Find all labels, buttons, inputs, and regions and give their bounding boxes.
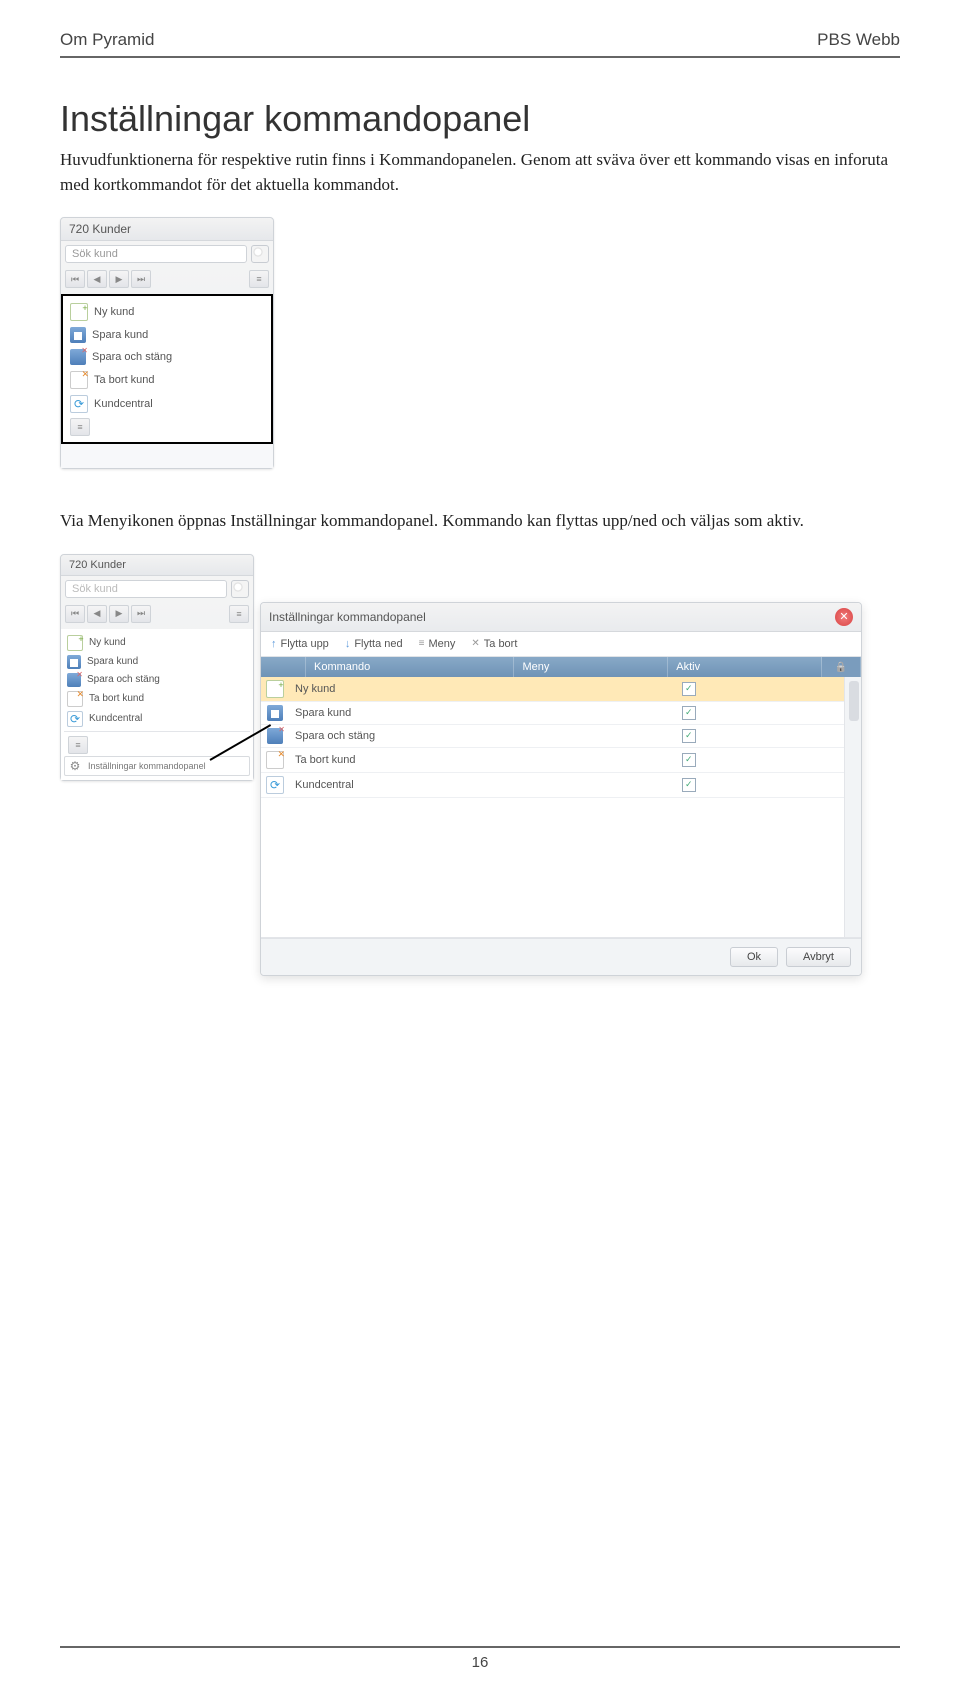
remove-button[interactable]: Ta bort [471,638,517,650]
table-row[interactable]: Kundcentral [261,773,861,798]
menu-icon[interactable]: ≡ [249,270,269,288]
active-checkbox[interactable] [682,753,696,767]
tool-label: Ta bort [484,638,518,650]
cmd-label: Spara kund [87,656,138,667]
paragraph-2: Via Menyikonen öppnas Inställningar komm… [60,509,890,534]
cmd-kundcentral[interactable]: Kundcentral [66,392,268,416]
active-checkbox[interactable] [682,706,696,720]
nav-next-icon[interactable]: ▶ [109,605,129,623]
delete-icon [67,691,83,707]
new-icon [266,680,284,698]
grid-header: Kommando Meny Aktiv [261,657,861,677]
new-icon [67,635,83,651]
col-aktiv[interactable]: Aktiv [668,657,822,677]
cell-label: Ta bort kund [289,751,513,769]
table-row[interactable]: Spara och stäng [261,725,861,748]
nav-first-icon[interactable]: ⏮ [65,270,85,288]
cmd-delete[interactable]: Ta bort kund [64,689,250,709]
settings-command-panel-item[interactable]: Inställningar kommandopanel [64,756,250,776]
cmd-label: Ta bort kund [89,693,144,704]
paragraph-1: Huvudfunktionerna för respektive rutin f… [60,148,890,197]
save-icon [70,327,86,343]
cell-label: Kundcentral [289,776,513,794]
save-icon [67,655,81,669]
tool-label: Flytta upp [281,638,329,650]
panel-title: 720 Kunder [61,555,253,576]
delete-icon [70,371,88,389]
move-up-button[interactable]: Flytta upp [271,638,329,650]
move-down-button[interactable]: Flytta ned [345,638,403,650]
menu-icon[interactable]: ≡ [229,605,249,623]
cmd-save[interactable]: Spara kund [66,324,268,346]
header-right: PBS Webb [817,30,900,50]
command-panel-figure-1: 720 Kunder Sök kund ⏮ ◀ ▶ ⏭ ≡ Ny kund Sp… [60,217,274,469]
cmd-label: Spara kund [92,329,148,341]
search-input[interactable]: Sök kund [65,580,227,598]
search-icon[interactable] [231,580,249,598]
menu-icon[interactable]: ≡ [70,418,90,436]
new-icon [70,303,88,321]
col-meny[interactable]: Meny [514,657,668,677]
col-kommando[interactable]: Kommando [306,657,514,677]
active-checkbox[interactable] [682,682,696,696]
cmd-label: Ta bort kund [94,374,155,386]
kundcentral-icon [70,395,88,413]
active-checkbox[interactable] [682,778,696,792]
cmd-label: Ny kund [94,306,134,318]
header-left: Om Pyramid [60,30,154,50]
nav-last-icon[interactable]: ⏭ [131,605,151,623]
save-close-icon [67,673,81,687]
page-title: Inställningar kommandopanel [60,98,900,140]
gear-icon [68,759,82,773]
panel-title: 720 Kunder [61,218,273,241]
cmd-delete[interactable]: Ta bort kund [66,368,268,392]
menu-tool[interactable]: ≡Meny [419,638,456,650]
cmd-new[interactable]: Ny kund [64,633,250,653]
cell-label: Spara kund [289,704,513,722]
nav-last-icon[interactable]: ⏭ [131,270,151,288]
cmd-save-close[interactable]: Spara och stäng [64,671,250,689]
delete-icon [266,751,284,769]
cell-label: Ny kund [289,680,513,698]
tool-label: Meny [428,638,455,650]
scrollbar[interactable] [844,677,861,937]
lock-icon [835,661,847,673]
kundcentral-icon [67,711,83,727]
save-close-icon [267,728,283,744]
cmd-label: Spara och stäng [87,674,160,685]
active-checkbox[interactable] [682,729,696,743]
kundcentral-icon [266,776,284,794]
cmd-kundcentral[interactable]: Kundcentral [64,709,250,729]
cmd-save[interactable]: Spara kund [64,653,250,671]
table-row[interactable]: Ta bort kund [261,748,861,773]
search-input[interactable]: Sök kund [65,245,247,263]
menu-icon[interactable]: ≡ [68,736,88,754]
save-icon [267,705,283,721]
search-icon[interactable] [251,245,269,263]
table-row[interactable]: Spara kund [261,702,861,725]
cmd-label: Spara och stäng [92,351,172,363]
cmd-save-close[interactable]: Spara och stäng [66,346,268,368]
settings-dialog-figure: 720 Kunder Sök kund ⏮ ◀ ▶ ⏭ ≡ Ny kund Sp… [60,554,890,1044]
cancel-button[interactable]: Avbryt [786,947,851,967]
tool-label: Flytta ned [354,638,402,650]
nav-first-icon[interactable]: ⏮ [65,605,85,623]
ok-button[interactable]: Ok [730,947,778,967]
table-row[interactable]: Ny kund [261,677,861,702]
cmd-label: Kundcentral [94,398,153,410]
dialog-title: Inställningar kommandopanel [269,610,426,624]
save-close-icon [70,349,86,365]
cmd-label: Kundcentral [89,713,142,724]
page-number: 16 [472,1654,489,1671]
nav-prev-icon[interactable]: ◀ [87,270,107,288]
nav-next-icon[interactable]: ▶ [109,270,129,288]
nav-prev-icon[interactable]: ◀ [87,605,107,623]
cmd-new[interactable]: Ny kund [66,300,268,324]
cmd-label: Inställningar kommandopanel [88,761,206,771]
settings-dialog: Inställningar kommandopanel ✕ Flytta upp… [260,602,862,976]
cmd-label: Ny kund [89,637,126,648]
cell-label: Spara och stäng [289,727,513,745]
close-icon[interactable]: ✕ [835,608,853,626]
command-panel-figure-2: 720 Kunder Sök kund ⏮ ◀ ▶ ⏭ ≡ Ny kund Sp… [60,554,254,781]
